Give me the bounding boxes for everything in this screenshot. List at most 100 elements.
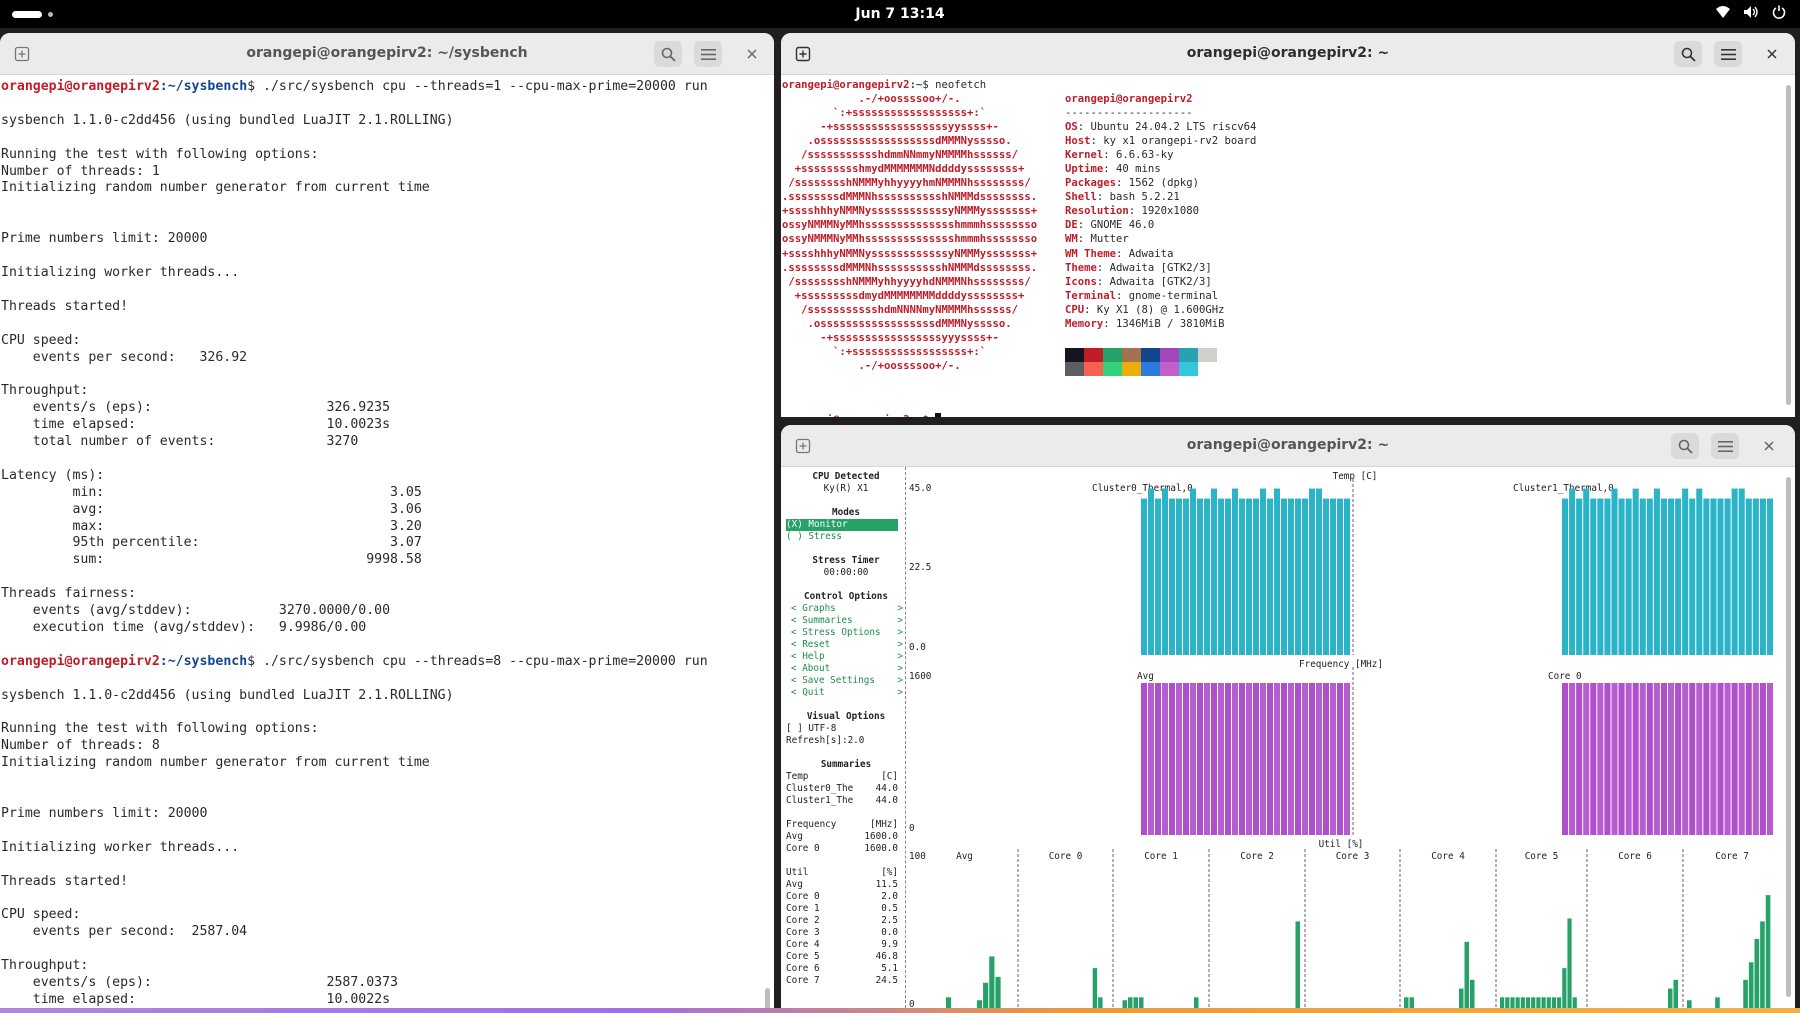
search-button[interactable] (1674, 41, 1702, 67)
series-label: Cluster1_Thermal,0 (1513, 483, 1614, 494)
logo-line: .ssssssssdMMMNhsssssssssshNMMMdssssssss. (782, 261, 1038, 274)
logo-line: +sssshhhyNMMNyssssssssssssyNMMMysssssss+ (782, 247, 1038, 260)
close-icon (747, 49, 757, 59)
temp-bar (1660, 498, 1667, 655)
window-header: orangepi@orangepirv2: ~ (781, 425, 1795, 467)
output-line: Number of threads: 8 (1, 738, 160, 754)
logo-line: `:+ssssssssssssssssss+:` (782, 345, 987, 358)
command-text: $ neofetch (922, 79, 987, 91)
clock[interactable]: Jun 7 13:14 (0, 6, 1800, 22)
menu-button[interactable] (1711, 433, 1739, 459)
freq-bar (1731, 683, 1738, 835)
top-bar: Jun 7 13:14 (0, 0, 1800, 28)
info-row: Host: ky x1 orangepi-rv2 board (1065, 135, 1257, 148)
output-line: events per second: 2587.04 (1, 924, 248, 940)
util-bar (1470, 979, 1475, 1009)
freq-bar (1162, 683, 1168, 835)
palette-swatch (1179, 347, 1198, 362)
prompt-user: orangepi@orangepirv2 (1, 79, 160, 94)
info-row: Uptime: 40 mins (1065, 163, 1161, 176)
freq-bar (1337, 683, 1343, 835)
util-bar (1295, 921, 1300, 1009)
terminal-output[interactable]: orangepi@orangepirv2:~/sysbench$ ./src/s… (0, 75, 774, 1013)
menu-button[interactable] (694, 41, 722, 67)
menu-button[interactable] (1714, 41, 1742, 67)
info-row: WM: Mutter (1065, 233, 1129, 246)
output-line: Number of threads: 1 (1, 163, 160, 179)
hamburger-icon (1717, 440, 1733, 452)
terminal-window-neofetch[interactable]: orangepi@orangepirv2: ~ orangepi@orangep… (781, 33, 1795, 417)
freq-bar (1703, 683, 1710, 835)
freq-bar (1197, 683, 1203, 835)
series-label: Core 1 (1144, 851, 1178, 862)
close-button[interactable] (738, 41, 766, 67)
info-row: Memory: 1346MiB / 3810MiB (1065, 317, 1225, 330)
temp-bar (1689, 498, 1696, 655)
freq-bar (1218, 683, 1224, 835)
search-button[interactable] (654, 41, 682, 67)
command-text: $ ./src/sysbench cpu --threads=1 --cpu-m… (247, 79, 708, 94)
output-line: total number of events: 3270 (1, 434, 359, 450)
util-bar (1464, 941, 1469, 1009)
freq-bar (1155, 683, 1161, 835)
close-button[interactable] (1758, 41, 1786, 67)
scrollbar[interactable] (1786, 85, 1791, 405)
info-key: Memory (1065, 317, 1104, 330)
util-bar (1567, 918, 1572, 1009)
freq-bar (1682, 683, 1689, 835)
freq-bar (1302, 683, 1308, 835)
freq-bar (1752, 683, 1759, 835)
freq-bar (1618, 683, 1625, 835)
terminal-window-sysbench[interactable]: orangepi@orangepirv2: ~/sysbench orangep… (0, 33, 774, 1013)
freq-bar (1267, 683, 1273, 835)
temp-bar (1710, 498, 1717, 655)
prompt-user: orangepi@orangepirv2 (782, 79, 910, 91)
info-value: ky x1 orangepi-rv2 board (1103, 135, 1257, 148)
info-key: Packages (1065, 177, 1117, 190)
temp-bar (1344, 498, 1350, 655)
info-value: Adwaita (1128, 247, 1174, 260)
temp-bar (1717, 498, 1724, 655)
palette-swatch (1065, 347, 1084, 362)
search-button[interactable] (1671, 433, 1699, 459)
temp-bar (1281, 498, 1287, 655)
temp-bar (1696, 488, 1703, 655)
close-button[interactable] (1755, 433, 1783, 459)
output-line: min: 3.05 (1, 484, 422, 500)
window-title: orangepi@orangepirv2: ~ (1186, 45, 1390, 61)
info-key: Uptime (1065, 163, 1104, 176)
temp-bar (1155, 498, 1161, 655)
info-row: OS: Ubuntu 24.04.2 LTS riscv64 (1065, 121, 1257, 134)
temp-bar (1703, 498, 1710, 655)
util-bar (995, 976, 1001, 1009)
info-value: Mutter (1090, 233, 1129, 246)
freq-bar (1211, 683, 1217, 835)
system-status[interactable] (1714, 5, 1788, 23)
stui-app[interactable]: CPU Detected Ky(R) X1 Modes (X) Monitor( ) … (781, 467, 1795, 1013)
stui-graphs: Temp [C] 45.0 22.5 0.0 Cluster0_Thermal,0 Clu… (909, 471, 1773, 1010)
palette-swatch (1103, 361, 1122, 376)
output-line: sysbench 1.1.0-c2dd456 (using bundled Lu… (1, 112, 454, 128)
output-line: events (avg/stddev): 3270.0000/0.00 (1, 603, 391, 619)
freq-bar (1717, 683, 1724, 835)
hamburger-icon (1720, 48, 1736, 60)
temp-bar (1604, 498, 1611, 655)
terminal-output[interactable]: orangepi@orangepirv2:~$ neofetch .-/+oos… (781, 75, 1795, 417)
freq-bar (1169, 683, 1175, 835)
scrollbar[interactable] (1786, 477, 1791, 997)
temp-bar (1141, 498, 1147, 655)
util-bar (1562, 968, 1567, 1009)
temp-bar (1302, 498, 1308, 655)
terminal-window-stui[interactable]: orangepi@orangepirv2: ~ CPU Detected Ky(R… (781, 425, 1795, 1013)
temp-bar (1190, 488, 1196, 655)
freq-bar (1309, 683, 1315, 835)
util-bar (1459, 988, 1464, 1009)
series-label: Core 0 (1049, 851, 1083, 862)
temp-bar (1632, 488, 1639, 655)
bottom-edge (0, 1008, 1800, 1013)
temp-bar (1232, 488, 1238, 655)
temp-bar (1211, 488, 1217, 655)
y-tick-label: 45.0 (909, 483, 931, 494)
util-bar (1673, 979, 1678, 1009)
info-key: Host (1065, 135, 1091, 148)
